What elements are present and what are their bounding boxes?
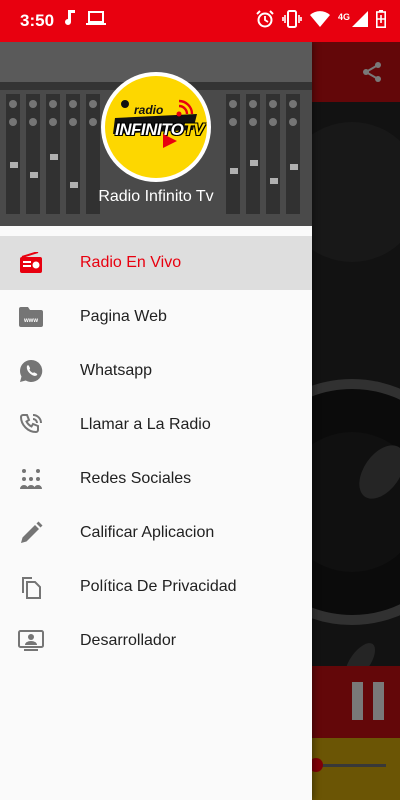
logo-small-text: radio [134, 103, 164, 117]
play-triangle-icon [163, 134, 177, 148]
menu-item-calificar-aplicacion[interactable]: Calificar Aplicacion [0, 506, 312, 560]
status-bar: 3:50 4G [0, 0, 400, 42]
logo-badge: radio INFINITOTV [105, 76, 207, 178]
menu-item-politica-de-privacidad[interactable]: Política De Privacidad [0, 560, 312, 614]
alarm-icon [256, 10, 274, 33]
drawer-header: radio INFINITOTV Radio Infinito Tv [0, 42, 312, 226]
radio-icon [18, 251, 44, 275]
navigation-drawer: radio INFINITOTV Radio Infinito Tv Radio… [0, 42, 312, 800]
drawer-header-title: Radio Infinito Tv [98, 188, 214, 205]
music-note-icon [64, 10, 76, 31]
menu-item-label: Calificar Aplicacion [80, 524, 215, 541]
menu-item-label: Llamar a La Radio [80, 416, 211, 433]
drawer-menu: Radio En Vivo www Pagina Web Whatsapp Ll… [0, 236, 312, 668]
battery-icon [376, 10, 386, 33]
network-type-label: 4G [337, 11, 350, 22]
signal-icon [352, 11, 368, 32]
menu-item-label: Política De Privacidad [80, 578, 237, 595]
laptop-icon [86, 10, 106, 31]
www-folder-icon: www [18, 305, 44, 329]
pencil-icon [18, 521, 44, 545]
menu-item-redes-sociales[interactable]: Redes Sociales [0, 452, 312, 506]
menu-item-whatsapp[interactable]: Whatsapp [0, 344, 312, 398]
menu-item-label: Pagina Web [80, 308, 167, 325]
menu-item-radio-en-vivo[interactable]: Radio En Vivo [0, 236, 312, 290]
copy-documents-icon [18, 575, 44, 599]
menu-item-label: Whatsapp [80, 362, 153, 379]
menu-item-pagina-web[interactable]: www Pagina Web [0, 290, 312, 344]
vibrate-icon [282, 10, 302, 33]
whatsapp-icon [18, 359, 44, 383]
social-dots-icon [18, 467, 44, 491]
logo-main-text: INFINITOTV [115, 120, 205, 139]
station-logo: radio INFINITOTV [101, 72, 211, 182]
menu-item-llamar-a-la-radio[interactable]: Llamar a La Radio [0, 398, 312, 452]
menu-item-label: Radio En Vivo [80, 254, 182, 271]
menu-item-desarrollador[interactable]: Desarrollador [0, 614, 312, 668]
phone-call-icon [18, 413, 44, 437]
svg-text:www: www [23, 318, 38, 324]
status-time: 3:50 [20, 11, 55, 30]
menu-item-label: Desarrollador [80, 632, 177, 649]
wifi-icon [309, 11, 330, 32]
developer-screen-icon [18, 629, 44, 653]
menu-item-label: Redes Sociales [80, 470, 192, 487]
